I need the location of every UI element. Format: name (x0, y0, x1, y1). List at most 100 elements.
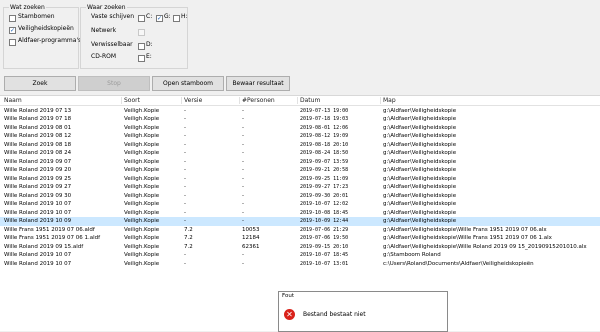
search-options-title: Wat zoeken (9, 4, 46, 12)
column-header-version[interactable]: Versie (184, 96, 202, 105)
table-cell: Veiligh.Kopie (124, 133, 160, 139)
table-cell: - (242, 175, 244, 182)
drive-c-checkbox[interactable] (138, 15, 145, 22)
table-cell: - (184, 167, 186, 173)
table-row[interactable]: Wille Roland 2019 10 07 Veiligh.Kopie - - 20… (0, 200, 600, 209)
drive-h-label: H: (181, 13, 188, 20)
table-row[interactable]: Wille Roland 2019 08 18 Veiligh.Kopie - - 20… (0, 141, 600, 150)
table-cell: g:\Aldfaer\Veiligheidskopie (383, 218, 457, 224)
table-cell: 2019-07-18 19:03 (300, 116, 349, 122)
column-header-date[interactable]: Datum (300, 96, 320, 105)
table-cell: Wille Roland 2019 08 01 (4, 124, 72, 131)
table-row[interactable]: Wille Roland 2019 07 13 Veiligh.Kopie - - 20… (0, 107, 600, 116)
table-row[interactable]: Wille Roland 2019 07 18 Veiligh.Kopie - - 20… (0, 115, 600, 124)
column-header-name[interactable]: Naam (4, 96, 22, 105)
table-cell: g:\Aldfaer\Veiligheidskopie (383, 141, 457, 148)
stambomen-checkbox[interactable] (9, 15, 16, 22)
table-cell: - (242, 252, 244, 258)
table-row[interactable]: Wille Roland 2019 10 07 Veiligh.Kopie - - 20… (0, 260, 600, 269)
table-row[interactable]: Wille Roland 2019 10 07 Veiligh.Kopie - - 20… (0, 209, 600, 218)
table-cell: - (184, 124, 186, 131)
stop-button[interactable]: Stop (78, 76, 150, 91)
table-row[interactable]: Wille Roland 2019 08 24 Veiligh.Kopie - - 20… (0, 149, 600, 158)
table-cell: Wille Roland 2019 10 09 (4, 218, 72, 224)
table-cell: g:\Aldfaer\Veiligheidskopie\Wille Frans … (383, 235, 552, 241)
option-label: Stambomen (18, 13, 55, 20)
drive-g-checkbox[interactable]: ✓ (156, 15, 163, 22)
column-header-folder[interactable]: Map (383, 96, 396, 105)
table-cell: Wille Roland 2019 09 25 (4, 175, 72, 182)
search-options-group: Wat zoeken Stambomen ✓ Veiligheidskopieë… (3, 4, 82, 69)
table-cell: - (184, 116, 186, 122)
table-cell: - (242, 150, 244, 156)
table-cell: Veiligh.Kopie (124, 192, 160, 199)
cdrom-label: CD-ROM (91, 53, 117, 60)
table-cell: - (242, 141, 244, 148)
table-row[interactable]: Wille Roland 2019 08 01 Veiligh.Kopie - - 20… (0, 124, 600, 133)
network-checkbox[interactable] (138, 29, 145, 36)
table-cell: Wille Roland 2019 09 07 (4, 158, 72, 165)
table-row[interactable]: Wille Roland 2019 09 25 Veiligh.Kopie - - 20… (0, 175, 600, 184)
open-family-tree-button[interactable]: Open stamboom (152, 76, 224, 91)
table-cell: - (184, 133, 186, 139)
table-cell: 62361 (242, 243, 260, 250)
fixed-drives-label: Vaste schijven (91, 13, 134, 20)
table-cell: 2019-10-07 13:01 (300, 260, 349, 267)
cdrom-e-checkbox[interactable] (138, 55, 145, 62)
table-cell: 12184 (242, 235, 260, 241)
table-cell: Wille Roland 2019 10 07 (4, 201, 72, 207)
search-locations-title: Waar zoeken (86, 4, 127, 12)
table-cell: 2019-08-12 19:09 (300, 133, 349, 139)
table-row[interactable]: Wille Frans 1951 2019 07 06 1.aldf Veilig… (0, 234, 600, 243)
error-icon: ✕ (284, 309, 295, 320)
table-row[interactable]: Wille Roland 2019 09 27 Veiligh.Kopie - - 20… (0, 183, 600, 192)
table-cell: - (242, 107, 244, 114)
table-cell: g:\Aldfaer\Veiligheidskopie (383, 175, 457, 182)
table-cell: - (184, 192, 186, 199)
table-cell: 2019-10-09 12:44 (300, 218, 349, 224)
aldfaer-programmas-checkbox[interactable] (9, 39, 16, 46)
table-cell: Veiligh.Kopie (124, 175, 160, 182)
error-dialog: Fout ✕ Bestand bestaat niet (278, 291, 448, 332)
table-cell: 2019-08-01 12:06 (300, 124, 349, 131)
table-cell: 2019-08-24 18:50 (300, 150, 349, 156)
table-cell: Veiligh.Kopie (124, 184, 160, 190)
veiligheidskopieen-checkbox[interactable]: ✓ (9, 27, 16, 34)
table-cell: 2019-10-07 12:02 (300, 201, 349, 207)
table-cell: - (242, 209, 244, 216)
table-row[interactable]: Wille Roland 2019 09 20 Veiligh.Kopie - - 20… (0, 166, 600, 175)
table-cell: Wille Roland 2019 09 27 (4, 184, 72, 190)
table-cell: 2019-08-18 20:10 (300, 141, 349, 148)
table-row[interactable]: Wille Roland 2019 09 30 Veiligh.Kopie - - 20… (0, 192, 600, 201)
table-row[interactable]: Wille Roland 2019 09 07 Veiligh.Kopie - - 20… (0, 158, 600, 167)
table-cell: Wille Roland 2019 08 18 (4, 141, 72, 148)
table-cell: g:\Aldfaer\Veiligheidskopie\Wille Roland… (383, 243, 587, 250)
drive-g-label: G: (164, 13, 171, 20)
table-row[interactable]: Wille Roland 2019 09 15.aldf Veiligh.Kopi… (0, 243, 600, 252)
table-cell: - (242, 201, 244, 207)
table-cell: Wille Frans 1951 2019 07 06 1.aldf (4, 235, 101, 241)
table-row[interactable]: Wille Roland 2019 10 09 Veiligh.Kopie - - 20… (0, 217, 600, 226)
table-cell: Veiligh.Kopie (124, 158, 160, 165)
drive-h-checkbox[interactable] (173, 15, 180, 22)
table-cell: - (242, 133, 244, 139)
removable-d-checkbox[interactable] (138, 43, 145, 50)
table-cell: 2019-10-08 18:45 (300, 209, 349, 216)
table-row[interactable]: Wille Frans 1951 2019 07 06.aldf Veiligh.… (0, 226, 600, 235)
table-row[interactable]: Wille Roland 2019 08 12 Veiligh.Kopie - - 20… (0, 132, 600, 141)
column-header-type[interactable]: Soort (124, 96, 140, 105)
option-label: Aldfaer-programma's (18, 37, 82, 44)
table-cell: Veiligh.Kopie (124, 150, 160, 156)
search-button[interactable]: Zoek (4, 76, 76, 91)
table-cell: Wille Roland 2019 09 15.aldf (4, 243, 84, 250)
table-cell: g:\Aldfaer\Veiligheidskopie (383, 158, 457, 165)
table-cell: g:\Aldfaer\Veiligheidskopie (383, 192, 457, 199)
table-cell: Veiligh.Kopie (124, 260, 160, 267)
table-cell: Wille Frans 1951 2019 07 06.aldf (4, 226, 95, 233)
column-header-persons[interactable]: #Personen (242, 96, 275, 105)
table-cell: Veiligh.Kopie (124, 107, 160, 114)
table-cell: g:\Stamboom Roland (383, 252, 441, 258)
table-cell: 7.2 (184, 243, 193, 250)
save-result-button[interactable]: Bewaar resultaat (226, 76, 290, 91)
table-row[interactable]: Wille Roland 2019 10 07 Veiligh.Kopie - - 20… (0, 251, 600, 260)
